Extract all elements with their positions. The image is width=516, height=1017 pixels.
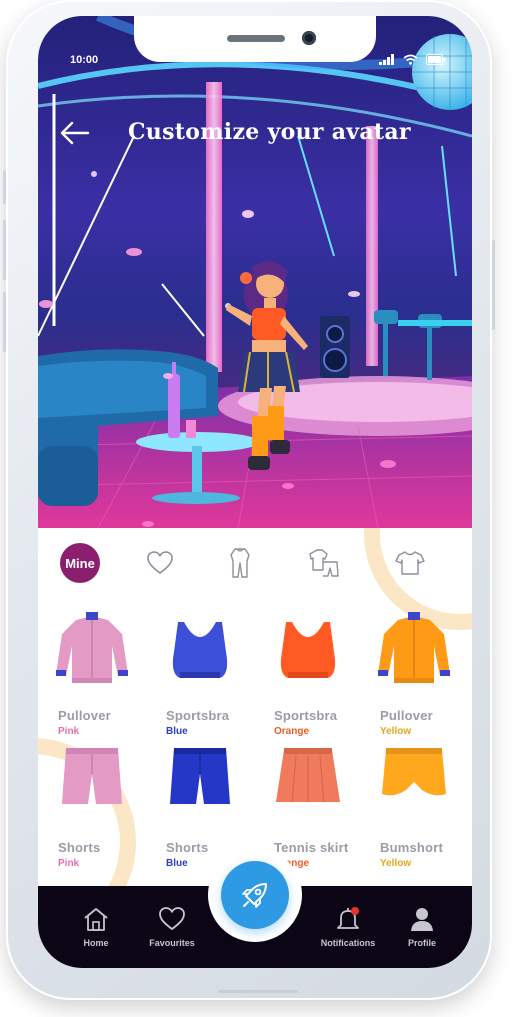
- nav-favourites[interactable]: Favourites: [132, 906, 212, 962]
- clothing-item[interactable]: Sportsbra Blue: [150, 612, 250, 752]
- home-indicator: [218, 990, 298, 993]
- item-name: Tennis skirt: [274, 840, 349, 855]
- tab-mine[interactable]: Mine: [58, 542, 102, 584]
- heart-icon: [159, 907, 185, 931]
- bell-icon: [337, 907, 359, 929]
- tab-mine-label: Mine: [60, 543, 100, 583]
- item-color: Yellow: [380, 726, 412, 737]
- tshirt-icon: [395, 551, 425, 575]
- home-icon: [84, 908, 108, 931]
- clothing-item[interactable]: Shorts Pink: [42, 744, 142, 884]
- item-color: Orange: [274, 726, 310, 737]
- clothing-item[interactable]: Pullover Pink: [42, 612, 142, 752]
- clothing-item[interactable]: Pullover Yellow: [364, 612, 464, 752]
- shorts-icon: [62, 748, 122, 804]
- nav-label: Profile: [407, 938, 436, 948]
- nightclub-illustration: [38, 16, 472, 528]
- phone-screen: 10:00 Customize your avatar Mine Pullove…: [38, 16, 472, 968]
- phone-notch: [134, 16, 376, 62]
- nav-home[interactable]: Home: [56, 906, 136, 962]
- pullover-icon: [378, 612, 450, 683]
- page-title: Customize your avatar: [128, 119, 411, 145]
- launch-button[interactable]: [221, 861, 289, 929]
- wifi-icon: [403, 54, 418, 65]
- tab-tshirts[interactable]: [388, 542, 432, 584]
- tab-favourites[interactable]: [138, 542, 182, 584]
- item-name: Bumshort: [380, 840, 443, 855]
- arrow-left-icon: [60, 121, 90, 145]
- heart-icon: [147, 551, 173, 575]
- nav-label: Home: [83, 938, 109, 948]
- nav-notifications[interactable]: Notifications: [308, 906, 388, 962]
- signal-icon: [379, 54, 394, 65]
- wardrobe-panel: Mine Pullover Pink Sportsbra Blue Sports…: [38, 528, 472, 888]
- tennis-skirt-icon: [276, 748, 340, 803]
- sportsbra-icon: [172, 622, 228, 678]
- phone-frame: 10:00 Customize your avatar Mine Pullove…: [3, 0, 495, 1000]
- item-name: Shorts: [166, 840, 209, 855]
- item-color: Blue: [166, 726, 188, 737]
- clothing-item[interactable]: Bumshort Yellow: [364, 744, 464, 884]
- jumpsuit-icon: [230, 548, 250, 578]
- category-tabs: Mine: [38, 542, 472, 584]
- item-name: Pullover: [58, 708, 111, 723]
- front-camera: [302, 31, 316, 45]
- avatar-scene: [38, 16, 472, 528]
- item-color: Pink: [58, 858, 80, 869]
- nav-label: Notifications: [320, 938, 376, 948]
- shorts-icon: [170, 748, 230, 804]
- status-time: 10:00: [70, 54, 99, 66]
- tab-jumpsuits[interactable]: [218, 542, 262, 584]
- item-name: Sportsbra: [166, 708, 230, 723]
- battery-icon: [426, 54, 446, 65]
- nav-profile[interactable]: Profile: [382, 906, 462, 962]
- rocket-icon: [242, 883, 267, 908]
- item-color: Pink: [58, 726, 80, 737]
- item-color: Yellow: [380, 858, 412, 869]
- bumshort-icon: [382, 748, 446, 796]
- back-button[interactable]: [60, 120, 90, 146]
- speaker-grille: [227, 35, 285, 42]
- item-color: Blue: [166, 858, 188, 869]
- item-name: Pullover: [380, 708, 433, 723]
- outfit-icon: [309, 549, 339, 577]
- clothing-item[interactable]: Sportsbra Orange: [258, 612, 358, 752]
- status-icons: [379, 54, 446, 65]
- sportsbra-icon: [280, 622, 336, 678]
- nav-label: Favourites: [149, 938, 195, 948]
- item-name: Shorts: [58, 840, 101, 855]
- item-name: Sportsbra: [274, 708, 338, 723]
- tab-outfits[interactable]: [302, 542, 346, 584]
- pullover-icon: [56, 612, 128, 683]
- profile-icon: [411, 908, 433, 931]
